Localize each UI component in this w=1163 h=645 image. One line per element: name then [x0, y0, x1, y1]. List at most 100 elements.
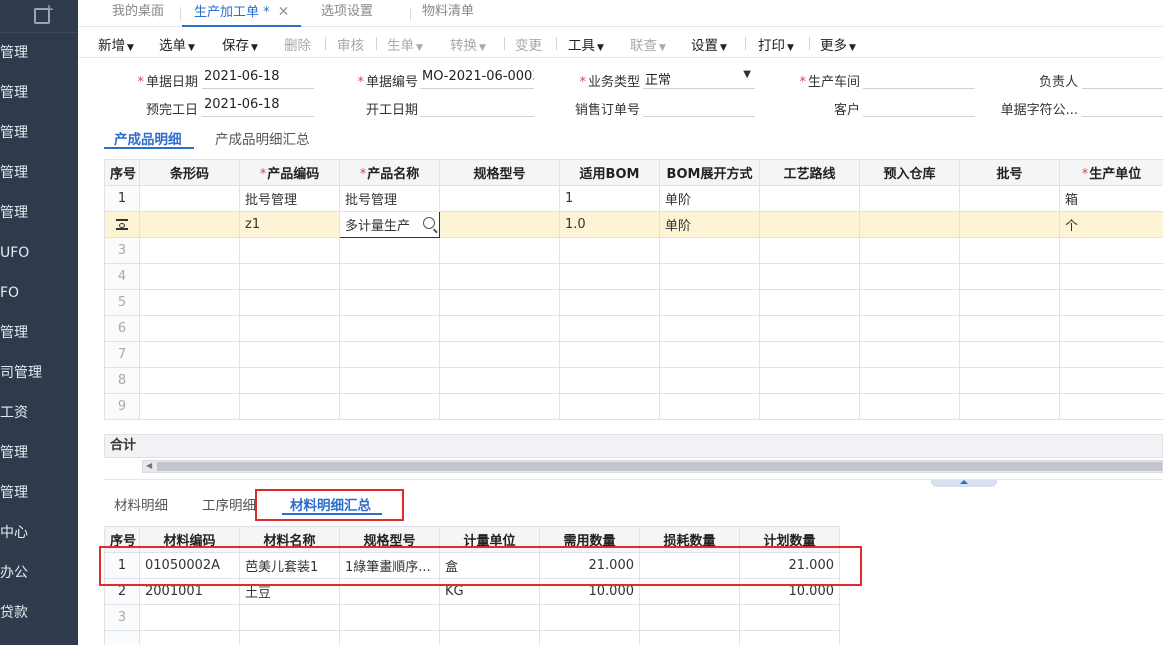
table-row[interactable]: 6 — [104, 315, 1163, 342]
table-cell[interactable] — [539, 630, 640, 645]
table-cell[interactable] — [339, 315, 440, 342]
column-header[interactable]: *产品编码 — [239, 159, 340, 186]
sidebar-item[interactable]: 管理 — [0, 73, 78, 113]
table-cell[interactable] — [739, 630, 840, 645]
save-button[interactable]: 保存 ▼ — [222, 34, 258, 54]
table-cell[interactable] — [439, 393, 560, 420]
table-cell[interactable] — [559, 393, 660, 420]
table-cell[interactable] — [659, 237, 760, 264]
table-cell[interactable] — [859, 367, 960, 394]
table-cell[interactable] — [959, 393, 1060, 420]
table-cell[interactable] — [1059, 367, 1163, 394]
row-number[interactable]: 9 — [104, 393, 140, 420]
table-cell[interactable]: z1 — [239, 211, 340, 238]
table-cell[interactable] — [439, 315, 560, 342]
table-cell[interactable] — [139, 341, 240, 368]
table-cell[interactable] — [439, 211, 560, 238]
column-header[interactable]: 预入仓库 — [859, 159, 960, 186]
table-cell[interactable] — [439, 237, 560, 264]
table-cell[interactable] — [959, 211, 1060, 238]
column-header[interactable]: 条形码 — [139, 159, 240, 186]
workshop-field[interactable] — [863, 67, 975, 89]
column-header[interactable]: 批号 — [959, 159, 1060, 186]
table-cell[interactable] — [339, 341, 440, 368]
table-cell[interactable] — [239, 630, 340, 645]
audit-button[interactable]: 审核 — [337, 34, 364, 54]
sidebar-item[interactable]: 司管理 — [0, 353, 78, 393]
table-cell[interactable] — [139, 367, 240, 394]
row-number[interactable]: 5 — [104, 289, 140, 316]
link-query-button[interactable]: 联查 ▼ — [630, 34, 666, 54]
table-cell[interactable] — [239, 263, 340, 290]
table-cell[interactable] — [859, 211, 960, 238]
tab-options[interactable]: 选项设置 — [309, 0, 385, 27]
sidebar-item[interactable]: UFO — [0, 233, 78, 273]
table-cell[interactable] — [959, 367, 1060, 394]
table-cell[interactable] — [139, 211, 240, 238]
table-cell[interactable] — [139, 315, 240, 342]
sidebar-item[interactable]: 中心 — [0, 513, 78, 553]
column-header[interactable]: 工艺路线 — [759, 159, 860, 186]
table-row[interactable]: 3 — [104, 604, 840, 631]
table-cell[interactable] — [239, 341, 340, 368]
table-cell[interactable] — [859, 237, 960, 264]
table-cell[interactable] — [759, 315, 860, 342]
close-icon[interactable]: ✕ — [278, 4, 290, 20]
table-cell[interactable]: 批号管理 — [239, 185, 340, 212]
owner-field[interactable] — [1082, 67, 1163, 89]
row-edit-icon[interactable] — [116, 219, 128, 230]
search-icon[interactable] — [423, 217, 435, 229]
table-cell[interactable] — [439, 367, 560, 394]
doc-char-field[interactable] — [1082, 95, 1163, 117]
doc-no-field[interactable]: MO-2021-06-0003 — [420, 67, 534, 89]
table-cell[interactable] — [339, 367, 440, 394]
table-cell[interactable] — [759, 367, 860, 394]
row-number[interactable]: 3 — [104, 237, 140, 264]
table-cell[interactable] — [139, 263, 240, 290]
table-cell[interactable] — [139, 630, 240, 645]
table-cell[interactable] — [339, 604, 440, 631]
table-cell[interactable] — [859, 393, 960, 420]
table-cell[interactable] — [659, 289, 760, 316]
row-number[interactable]: 8 — [104, 367, 140, 394]
sidebar-item[interactable]: 贷款 — [0, 593, 78, 633]
table-cell[interactable] — [339, 237, 440, 264]
row-number[interactable]: 1 — [104, 185, 140, 212]
table-cell[interactable] — [1059, 315, 1163, 342]
new-window-icon[interactable] — [34, 2, 54, 24]
table-row[interactable]: 7 — [104, 341, 1163, 368]
table-cell[interactable] — [959, 263, 1060, 290]
table-cell[interactable] — [659, 315, 760, 342]
sidebar-item[interactable]: 管理 — [0, 33, 78, 73]
tab-bom[interactable]: 物料清单 — [410, 0, 486, 27]
table-cell[interactable]: 批号管理 — [339, 185, 440, 212]
column-header[interactable]: *生产单位 — [1059, 159, 1163, 186]
sidebar-item[interactable]: 工资 — [0, 393, 78, 433]
table-cell[interactable] — [439, 263, 560, 290]
table-cell[interactable] — [759, 263, 860, 290]
table-row[interactable]: 9 — [104, 393, 1163, 420]
start-date-field[interactable] — [420, 95, 534, 117]
print-button[interactable]: 打印 ▼ — [758, 34, 794, 54]
table-cell[interactable] — [759, 341, 860, 368]
table-cell[interactable] — [339, 289, 440, 316]
change-button[interactable]: 变更 — [515, 34, 542, 54]
biz-type-select[interactable]: 正常 ▼ — [643, 67, 755, 89]
row-number[interactable]: 7 — [104, 341, 140, 368]
table-cell[interactable]: 1.0 — [559, 211, 660, 238]
column-header[interactable]: 适用BOM — [559, 159, 660, 186]
table-cell[interactable] — [559, 237, 660, 264]
table-row[interactable]: 8 — [104, 367, 1163, 394]
table-cell[interactable] — [339, 630, 440, 645]
sidebar-item[interactable]: FO — [0, 273, 78, 313]
table-cell[interactable]: 单阶 — [659, 211, 760, 238]
tab-product-summary[interactable]: 产成品明细汇总 — [215, 128, 310, 148]
column-header[interactable]: *产品名称 — [339, 159, 440, 186]
sidebar-item[interactable]: 办公 — [0, 553, 78, 593]
table-row[interactable]: 3 — [104, 237, 1163, 264]
row-number[interactable] — [104, 630, 140, 645]
table-cell[interactable] — [959, 315, 1060, 342]
tab-product-detail[interactable]: 产成品明细 — [114, 128, 182, 148]
table-cell[interactable] — [139, 185, 240, 212]
table-row[interactable]: z1 多计量生产 1.0 单阶 个 — [104, 211, 1163, 238]
